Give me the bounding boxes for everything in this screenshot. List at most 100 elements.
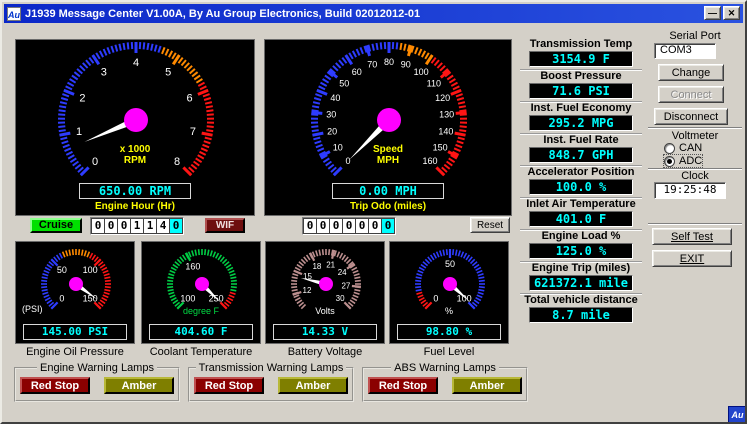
speed-gauge: 0102030405060708090100110120130140150160 (265, 40, 513, 190)
serial-port-field[interactable]: COM3 (654, 43, 716, 59)
svg-text:6: 6 (187, 93, 193, 105)
oil-digital-display: 145.00 PSI (23, 324, 127, 340)
readout-inst-fuel-rate: Inst. Fuel Rate 848.7 GPH (520, 134, 642, 166)
coolant-temp-gauge-panel: 100160250 degree F 404.60 F (141, 241, 261, 344)
readout-engine-trip: Engine Trip (miles) 621372.1 mile (520, 262, 642, 294)
svg-text:100: 100 (180, 293, 195, 303)
transmission-red-stop-lamp: Red Stop (194, 377, 264, 394)
exit-button[interactable]: EXIT (652, 250, 732, 267)
svg-text:27: 27 (341, 281, 350, 290)
odometer-digit-tenths: 0 (170, 219, 182, 233)
odometer-digit: 4 (157, 219, 169, 233)
voltmeter-can-radio[interactable]: CAN (664, 142, 702, 154)
svg-text:160: 160 (185, 261, 200, 271)
connect-button: Connect (658, 86, 724, 103)
abs-red-stop-lamp: Red Stop (368, 377, 438, 394)
odometer-digit: 0 (369, 219, 381, 233)
svg-text:70: 70 (367, 60, 377, 70)
speed-gauge-panel: 0102030405060708090100110120130140150160… (264, 39, 512, 216)
odometer-digit: 0 (118, 219, 130, 233)
svg-text:1: 1 (76, 126, 82, 138)
odometer-digit: 0 (343, 219, 355, 233)
svg-text:50: 50 (57, 265, 67, 275)
svg-text:100: 100 (414, 67, 429, 77)
abs-warning-lamps-label: ABS Warning Lamps (391, 362, 499, 374)
coolant-unit-label: degree F (142, 306, 260, 316)
trip-odo-label: Trip Odo (miles) (265, 201, 511, 212)
svg-text:24: 24 (338, 268, 347, 277)
separator (648, 223, 742, 225)
engine-hour-odometer: 0 0 0 1 1 4 0 (90, 217, 184, 235)
engine-red-stop-lamp: Red Stop (20, 377, 90, 394)
trip-reset-button[interactable]: Reset (470, 217, 510, 233)
transmission-warning-lamps-group: Transmission Warning Lamps Red Stop Ambe… (188, 362, 354, 402)
self-test-button[interactable]: Self Test (652, 228, 732, 245)
rpm-gauge: 012345678 (16, 40, 256, 190)
change-button[interactable]: Change (658, 64, 724, 81)
svg-text:2: 2 (79, 93, 85, 105)
coolant-digital-display: 404.60 F (149, 324, 253, 340)
svg-text:12: 12 (303, 286, 312, 295)
fuel-unit-label: % (390, 306, 508, 316)
speed-unit-label: Speed MPH (265, 144, 511, 166)
radio-icon (664, 143, 675, 154)
rpm-unit-label: x 1000 RPM (16, 144, 254, 166)
rpm-gauge-panel: 012345678 x 1000 RPM 650.00 RPM Engine H… (15, 39, 255, 216)
oil-pressure-gauge-panel: 050100150 (PSI) 145.00 PSI (15, 241, 135, 344)
side-panel: Serial Port COM3 Change Connect Disconne… (644, 30, 746, 300)
battery-voltage-caption: Battery Voltage (265, 346, 385, 358)
odometer-digit-tenths: 0 (382, 219, 394, 233)
title-bar: Au J1939 Message Center V1.00A, By Au Gr… (4, 4, 743, 23)
readout-accelerator-position: Accelerator Position 100.0 % (520, 166, 642, 198)
odometer-digit: 1 (131, 219, 143, 233)
engine-warning-lamps-label: Engine Warning Lamps (37, 362, 157, 374)
au-logo: Au (728, 406, 747, 424)
close-icon[interactable]: ✕ (723, 6, 740, 20)
svg-text:80: 80 (384, 57, 394, 67)
svg-text:0: 0 (59, 293, 64, 303)
coolant-temp-caption: Coolant Temperature (141, 346, 261, 358)
app-icon: Au (7, 7, 21, 21)
transmission-warning-lamps-label: Transmission Warning Lamps (196, 362, 347, 374)
wif-indicator: WIF (205, 218, 245, 233)
rpm-digital-display: 650.00 RPM (79, 183, 191, 199)
svg-text:5: 5 (165, 67, 171, 79)
voltmeter-adc-radio[interactable]: ADC (664, 155, 702, 167)
readouts-column: Transmission Temp 3154.9 F Boost Pressur… (520, 38, 642, 325)
window-title: J1939 Message Center V1.00A, By Au Group… (25, 8, 420, 20)
svg-text:100: 100 (457, 293, 472, 303)
svg-text:4: 4 (133, 57, 139, 69)
fuel-digital-display: 98.80 % (397, 324, 501, 340)
fuel-level-caption: Fuel Level (389, 346, 509, 358)
separator (648, 127, 742, 129)
svg-text:100: 100 (83, 265, 98, 275)
battery-unit-label: Volts (266, 306, 384, 316)
odometer-digit: 0 (92, 219, 104, 233)
cruise-indicator: Cruise (30, 218, 82, 233)
engine-warning-lamps-group: Engine Warning Lamps Red Stop Amber (14, 362, 180, 402)
odometer-digit: 0 (330, 219, 342, 233)
clock-label: Clock (644, 170, 746, 182)
svg-text:7: 7 (190, 126, 196, 138)
serial-port-label: Serial Port (644, 30, 746, 42)
svg-text:140: 140 (438, 127, 453, 137)
engine-hour-label: Engine Hour (Hr) (16, 201, 254, 212)
svg-text:30: 30 (336, 294, 345, 303)
svg-text:3: 3 (101, 67, 107, 79)
disconnect-button[interactable]: Disconnect (654, 108, 728, 125)
readout-total-vehicle-distance: Total vehicle distance 8.7 mile (520, 294, 642, 325)
battery-voltage-gauge-panel: 12151821242730 Volts 14.33 V (265, 241, 385, 344)
svg-text:50: 50 (445, 259, 455, 269)
svg-text:90: 90 (401, 60, 411, 70)
voltmeter-label: Voltmeter (644, 130, 746, 142)
minimize-icon[interactable]: — (704, 6, 721, 20)
odometer-digit: 0 (356, 219, 368, 233)
readout-boost-pressure: Boost Pressure 71.6 PSI (520, 70, 642, 102)
svg-text:30: 30 (326, 110, 336, 120)
svg-text:40: 40 (330, 93, 340, 103)
svg-text:110: 110 (427, 78, 441, 88)
svg-text:21: 21 (326, 260, 335, 269)
trip-odometer: 0 0 0 0 0 0 0 (302, 217, 396, 235)
svg-text:50: 50 (339, 78, 349, 88)
odometer-digit: 0 (304, 219, 316, 233)
